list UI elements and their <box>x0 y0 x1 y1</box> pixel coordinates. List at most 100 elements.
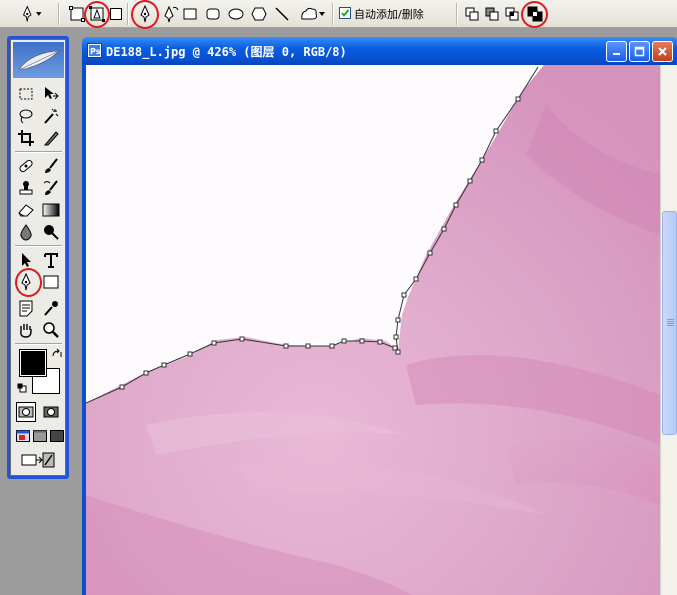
add-to-path-area-button[interactable] <box>463 4 481 24</box>
checkmark-icon <box>341 9 350 17</box>
healing-brush-tool[interactable] <box>16 156 36 176</box>
move-tool[interactable] <box>41 84 61 104</box>
blur-tool[interactable] <box>16 222 36 242</box>
pen-tool-icon <box>22 5 32 22</box>
tool-preset-picker[interactable] <box>18 4 42 24</box>
freeform-pen-tool-button[interactable] <box>160 4 182 24</box>
gradient-icon <box>42 203 60 217</box>
toolbox <box>7 36 69 479</box>
eyedropper-tool[interactable] <box>41 298 61 318</box>
type-tool[interactable] <box>41 250 61 270</box>
scrollbar-thumb[interactable] <box>662 211 677 435</box>
lasso-tool[interactable] <box>16 106 36 126</box>
standard-screen-mode-button[interactable] <box>14 426 31 446</box>
feather-icon <box>18 50 60 70</box>
screen-mode-icon <box>49 430 64 442</box>
pen-tool-icon <box>21 272 31 291</box>
brush-tool[interactable] <box>41 156 61 176</box>
paths-mode-icon <box>89 6 105 22</box>
flower-petal-image <box>86 65 660 595</box>
slice-tool[interactable] <box>41 128 61 148</box>
separator <box>456 3 458 25</box>
hand-tool[interactable] <box>16 320 36 340</box>
subtract-from-path-area-icon <box>485 7 499 21</box>
hand-icon <box>20 324 32 338</box>
marquee-icon <box>19 88 33 100</box>
eyedropper-icon <box>44 301 58 316</box>
quick-mask-mode-button[interactable] <box>41 402 61 422</box>
fill-pixels-mode-button[interactable] <box>108 4 124 24</box>
photoshop-feather-logo <box>13 42 64 78</box>
svg-text:Ps: Ps <box>90 47 101 56</box>
shape-layers-mode-button[interactable] <box>67 4 87 24</box>
pen-tool-button[interactable] <box>134 4 156 24</box>
minimize-icon <box>613 53 620 55</box>
gradient-tool[interactable] <box>41 200 61 220</box>
magnifier-icon <box>43 322 59 338</box>
ellipse-icon <box>228 8 244 20</box>
pen-tool-icon <box>140 4 150 23</box>
standard-mode-button[interactable] <box>16 402 36 422</box>
maximize-button[interactable] <box>629 41 650 62</box>
path-selection-tool[interactable] <box>16 250 36 270</box>
custom-shape-tool-button[interactable] <box>296 4 328 24</box>
separator <box>15 245 62 247</box>
swap-colors-button[interactable] <box>51 348 63 360</box>
rectangle-tool[interactable] <box>41 272 61 292</box>
eraser-icon <box>18 204 34 217</box>
rectangle-icon <box>43 275 59 289</box>
rounded-rectangle-icon <box>206 8 220 20</box>
ellipse-tool-button[interactable] <box>227 4 245 24</box>
exclude-overlapping-path-areas-button[interactable] <box>525 4 545 24</box>
foreground-color-swatch[interactable] <box>19 349 47 377</box>
shape-layers-icon <box>69 6 85 22</box>
vertical-scrollbar[interactable] <box>660 65 677 595</box>
history-brush-tool[interactable] <box>41 178 61 198</box>
rectangular-marquee-tool[interactable] <box>16 84 36 104</box>
subtract-from-path-area-button[interactable] <box>483 4 501 24</box>
crop-tool[interactable] <box>16 128 36 148</box>
dodge-icon <box>44 225 59 240</box>
rounded-rectangle-tool-button[interactable] <box>204 4 222 24</box>
magic-wand-icon <box>44 108 59 124</box>
paths-mode-button[interactable] <box>87 4 107 24</box>
exclude-overlapping-path-areas-icon <box>527 6 543 22</box>
clone-stamp-tool[interactable] <box>16 178 36 198</box>
grip-line <box>667 319 674 320</box>
zoom-tool[interactable] <box>41 320 61 340</box>
eraser-tool[interactable] <box>16 200 36 220</box>
jump-to-imageready-button[interactable] <box>19 450 57 470</box>
close-button[interactable] <box>652 41 673 62</box>
image-canvas[interactable] <box>86 65 660 595</box>
separator <box>58 3 60 25</box>
separator <box>15 343 62 345</box>
grip-line <box>667 321 674 322</box>
full-screen-mode-button[interactable] <box>48 426 65 446</box>
history-brush-icon <box>43 180 58 195</box>
auto-add-delete-label[interactable]: 自动添加/删除 <box>354 6 424 22</box>
document-title-bar[interactable]: Ps DE188_L.jpg @ 426% (图层 0, RGB/8) <box>82 37 677 65</box>
separator <box>15 151 62 153</box>
freeform-pen-icon <box>164 5 179 23</box>
line-tool-button[interactable] <box>273 4 291 24</box>
crop-icon <box>18 130 34 146</box>
rectangle-tool-button[interactable] <box>181 4 199 24</box>
intersect-path-areas-button[interactable] <box>503 4 521 24</box>
dodge-tool[interactable] <box>41 222 61 242</box>
separator <box>332 3 334 25</box>
document-title: DE188_L.jpg @ 426% (图层 0, RGB/8) <box>106 45 347 59</box>
full-screen-menu-mode-button[interactable] <box>31 426 48 446</box>
screen-mode-icon <box>15 430 30 442</box>
pen-tool[interactable] <box>16 272 36 292</box>
line-icon <box>275 7 289 21</box>
notes-tool[interactable] <box>16 298 36 318</box>
magic-wand-tool[interactable] <box>41 106 61 126</box>
arrow-cursor-icon <box>22 253 31 267</box>
swap-arrows-icon <box>52 348 62 357</box>
move-icon <box>45 87 59 100</box>
minimize-button[interactable] <box>606 41 627 62</box>
default-colors-button[interactable] <box>17 382 27 393</box>
polygon-tool-button[interactable] <box>250 4 268 24</box>
water-drop-icon <box>20 224 32 241</box>
auto-add-delete-checkbox[interactable] <box>339 7 351 19</box>
